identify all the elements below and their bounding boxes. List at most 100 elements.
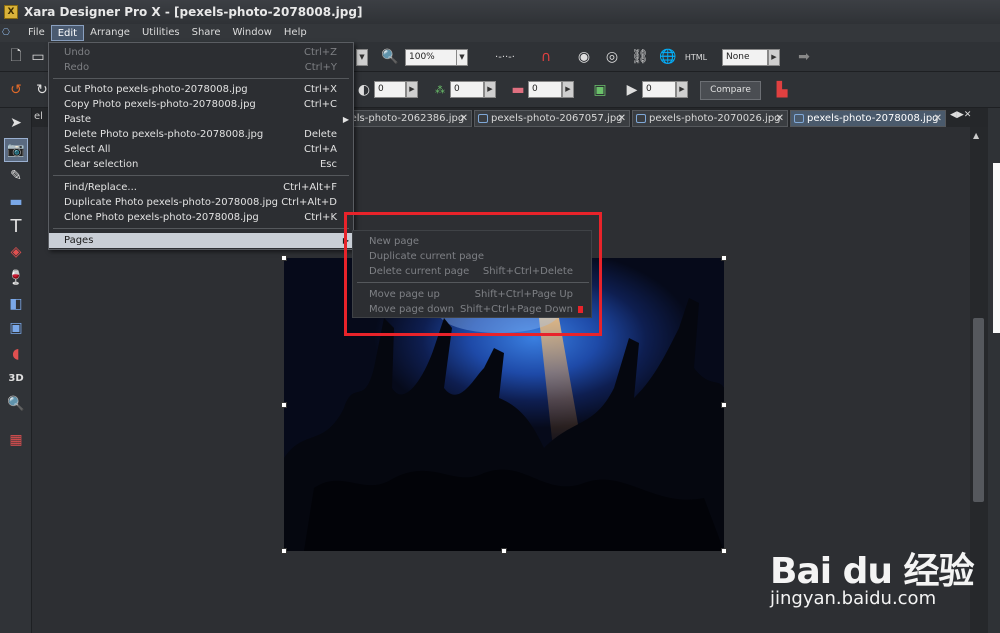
menu-shortcut: Ctrl+Alt+D — [281, 197, 337, 208]
zoom-field[interactable]: 100% — [405, 49, 457, 66]
tab-scroll-arrows-icon[interactable]: ◀▶✕ — [950, 110, 971, 120]
open-icon[interactable]: ▭ — [26, 45, 50, 69]
menu-label: Paste — [64, 114, 91, 125]
selection-handle[interactable] — [721, 402, 727, 408]
menu-share[interactable]: Share — [186, 25, 227, 41]
tab-pexels-2078008[interactable]: pexels-photo-2078008.jpg ✕ — [790, 110, 946, 127]
rectangle-tool-icon[interactable]: ▬ — [4, 190, 28, 214]
magnet-icon[interactable]: ∩ — [534, 45, 558, 69]
contrast-icon[interactable]: ◐ — [352, 78, 376, 102]
selection-handle[interactable] — [281, 255, 287, 261]
menu-shortcut: Ctrl+C — [303, 99, 337, 110]
saturation-icon[interactable]: ▬ — [506, 78, 530, 102]
menu-item-redo[interactable]: Redo Ctrl+Y — [49, 60, 353, 75]
play-field[interactable]: 0 — [642, 81, 676, 98]
zoom-icon[interactable]: 🔍 — [378, 45, 402, 69]
menu-label: Clear selection — [64, 159, 139, 170]
document-icon[interactable]: ⎔ — [2, 26, 18, 40]
scrollbar-thumb[interactable] — [973, 318, 984, 502]
menu-separator — [53, 228, 349, 229]
menu-item-clear-selection[interactable]: Clear selection Esc — [49, 157, 353, 172]
close-tab-icon[interactable]: ✕ — [460, 111, 468, 126]
forward-arrow-icon[interactable]: ➡ — [792, 45, 816, 69]
selection-handle[interactable] — [501, 548, 507, 554]
ruler-icon[interactable]: ·-··-· — [488, 45, 522, 69]
menu-item-paste[interactable]: Paste ▶ — [49, 112, 353, 127]
tab-partial-prefix[interactable]: el — [34, 111, 43, 122]
selection-handle[interactable] — [281, 402, 287, 408]
menu-item-copy[interactable]: Copy Photo pexels-photo-2078008.jpg Ctrl+… — [49, 97, 353, 112]
tab-label: pexels-photo-2067057.jpg — [491, 113, 623, 124]
play-arrow-icon[interactable]: ▶ — [676, 81, 688, 98]
photo-file-icon — [478, 114, 488, 123]
shadow-tool-icon[interactable]: ◧ — [4, 292, 28, 316]
menu-label: Cut Photo pexels-photo-2078008.jpg — [64, 84, 248, 95]
dropdown-arrow-icon[interactable]: ▼ — [356, 49, 368, 66]
tab-label: pexels-photo-2078008.jpg — [807, 113, 939, 124]
html-icon[interactable]: HTML — [684, 45, 708, 69]
zoom-dropdown-icon[interactable]: ▼ — [456, 49, 468, 66]
menu-edit[interactable]: Edit — [50, 25, 85, 41]
menu-shortcut: Esc — [319, 159, 337, 170]
contrast-arrow-icon[interactable]: ▶ — [406, 81, 418, 98]
menu-item-duplicate[interactable]: Duplicate Photo pexels-photo-2078008.jpg… — [49, 195, 353, 210]
close-tab-icon[interactable]: ✕ — [776, 111, 784, 126]
preview-icon[interactable]: ◉ — [572, 45, 596, 69]
web-preview-icon[interactable]: ◎ — [600, 45, 624, 69]
menu-item-cut[interactable]: Cut Photo pexels-photo-2078008.jpg Ctrl+X — [49, 82, 353, 97]
menu-item-select-all[interactable]: Select All Ctrl+A — [49, 142, 353, 157]
saturation-field[interactable]: 0 — [528, 81, 562, 98]
histogram-icon[interactable]: ▙ — [770, 78, 794, 102]
text-tool-icon[interactable]: T — [4, 214, 28, 238]
menu-item-find-replace[interactable]: Find/Replace... Ctrl+Alt+F — [49, 180, 353, 195]
live-effects-icon[interactable]: ▦ — [4, 428, 28, 452]
menu-shortcut: Ctrl+X — [303, 84, 337, 95]
menu-utilities[interactable]: Utilities — [136, 25, 186, 41]
3d-tool-icon[interactable]: 3D — [4, 366, 28, 390]
menu-separator — [53, 78, 349, 79]
zoom-tool-icon[interactable]: 🔍 — [4, 392, 28, 416]
contour-tool-icon[interactable]: ◖ — [4, 342, 28, 366]
tab-pexels-2070026[interactable]: pexels-photo-2070026.jpg ✕ — [632, 110, 788, 127]
menu-item-delete[interactable]: Delete Photo pexels-photo-2078008.jpg Del… — [49, 127, 353, 142]
bevel-tool-icon[interactable]: ▣ — [4, 316, 28, 340]
menu-help[interactable]: Help — [278, 25, 313, 41]
menu-item-undo[interactable]: Undo Ctrl+Z — [49, 45, 353, 60]
menu-file[interactable]: File — [22, 25, 51, 41]
freehand-tool-icon[interactable]: ✎ — [4, 164, 28, 188]
color-icon[interactable]: ⁂ — [428, 78, 452, 102]
selection-handle[interactable] — [721, 548, 727, 554]
saturation-arrow-icon[interactable]: ▶ — [562, 81, 574, 98]
globe-check-icon[interactable]: 🌐 — [656, 45, 680, 69]
color-field[interactable]: 0 — [450, 81, 484, 98]
menu-item-pages[interactable]: Pages ▶ — [49, 233, 353, 248]
menu-label: Find/Replace... — [64, 182, 137, 193]
fill-tool-icon[interactable]: ◈ — [4, 240, 28, 264]
new-document-icon[interactable]: 🗋 — [4, 45, 28, 69]
baidu-watermark: Bai du 经验 jingyan.baidu.com — [770, 530, 990, 620]
close-tab-icon[interactable]: ✕ — [618, 111, 626, 126]
none-field[interactable]: None — [722, 49, 768, 66]
menu-item-clone[interactable]: Clone Photo pexels-photo-2078008.jpg Ctrl… — [49, 210, 353, 225]
play-icon[interactable]: ▶ — [620, 78, 644, 102]
selection-handle[interactable] — [281, 548, 287, 554]
close-tab-icon[interactable]: ✕ — [934, 111, 942, 126]
color-arrow-icon[interactable]: ▶ — [484, 81, 496, 98]
contrast-field[interactable]: 0 — [374, 81, 406, 98]
scroll-up-icon[interactable]: ▲ — [973, 131, 979, 140]
none-dropdown-icon[interactable]: ▶ — [768, 49, 780, 66]
enhance-icon[interactable]: ▣ — [588, 78, 612, 102]
compare-button[interactable]: Compare — [700, 81, 761, 100]
tab-pexels-2067057[interactable]: pexels-photo-2067057.jpg ✕ — [474, 110, 630, 127]
transparency-tool-icon[interactable]: 🍷 — [4, 266, 28, 290]
menu-separator — [53, 175, 349, 176]
photo-tool-icon[interactable]: 📷 — [4, 138, 28, 162]
menu-arrange[interactable]: Arrange — [84, 25, 136, 41]
tool-strip: ➤ 📷 ✎ ▬ T ◈ 🍷 ◧ ▣ ◖ 3D 🔍 ▦ — [0, 108, 32, 633]
highlight-box — [344, 212, 602, 336]
rotate-left-icon[interactable]: ↺ — [4, 78, 28, 102]
selector-tool-icon[interactable]: ➤ — [4, 111, 28, 135]
menu-window[interactable]: Window — [226, 25, 277, 41]
selection-handle[interactable] — [721, 255, 727, 261]
link-icon[interactable]: ⛓ — [628, 45, 652, 69]
